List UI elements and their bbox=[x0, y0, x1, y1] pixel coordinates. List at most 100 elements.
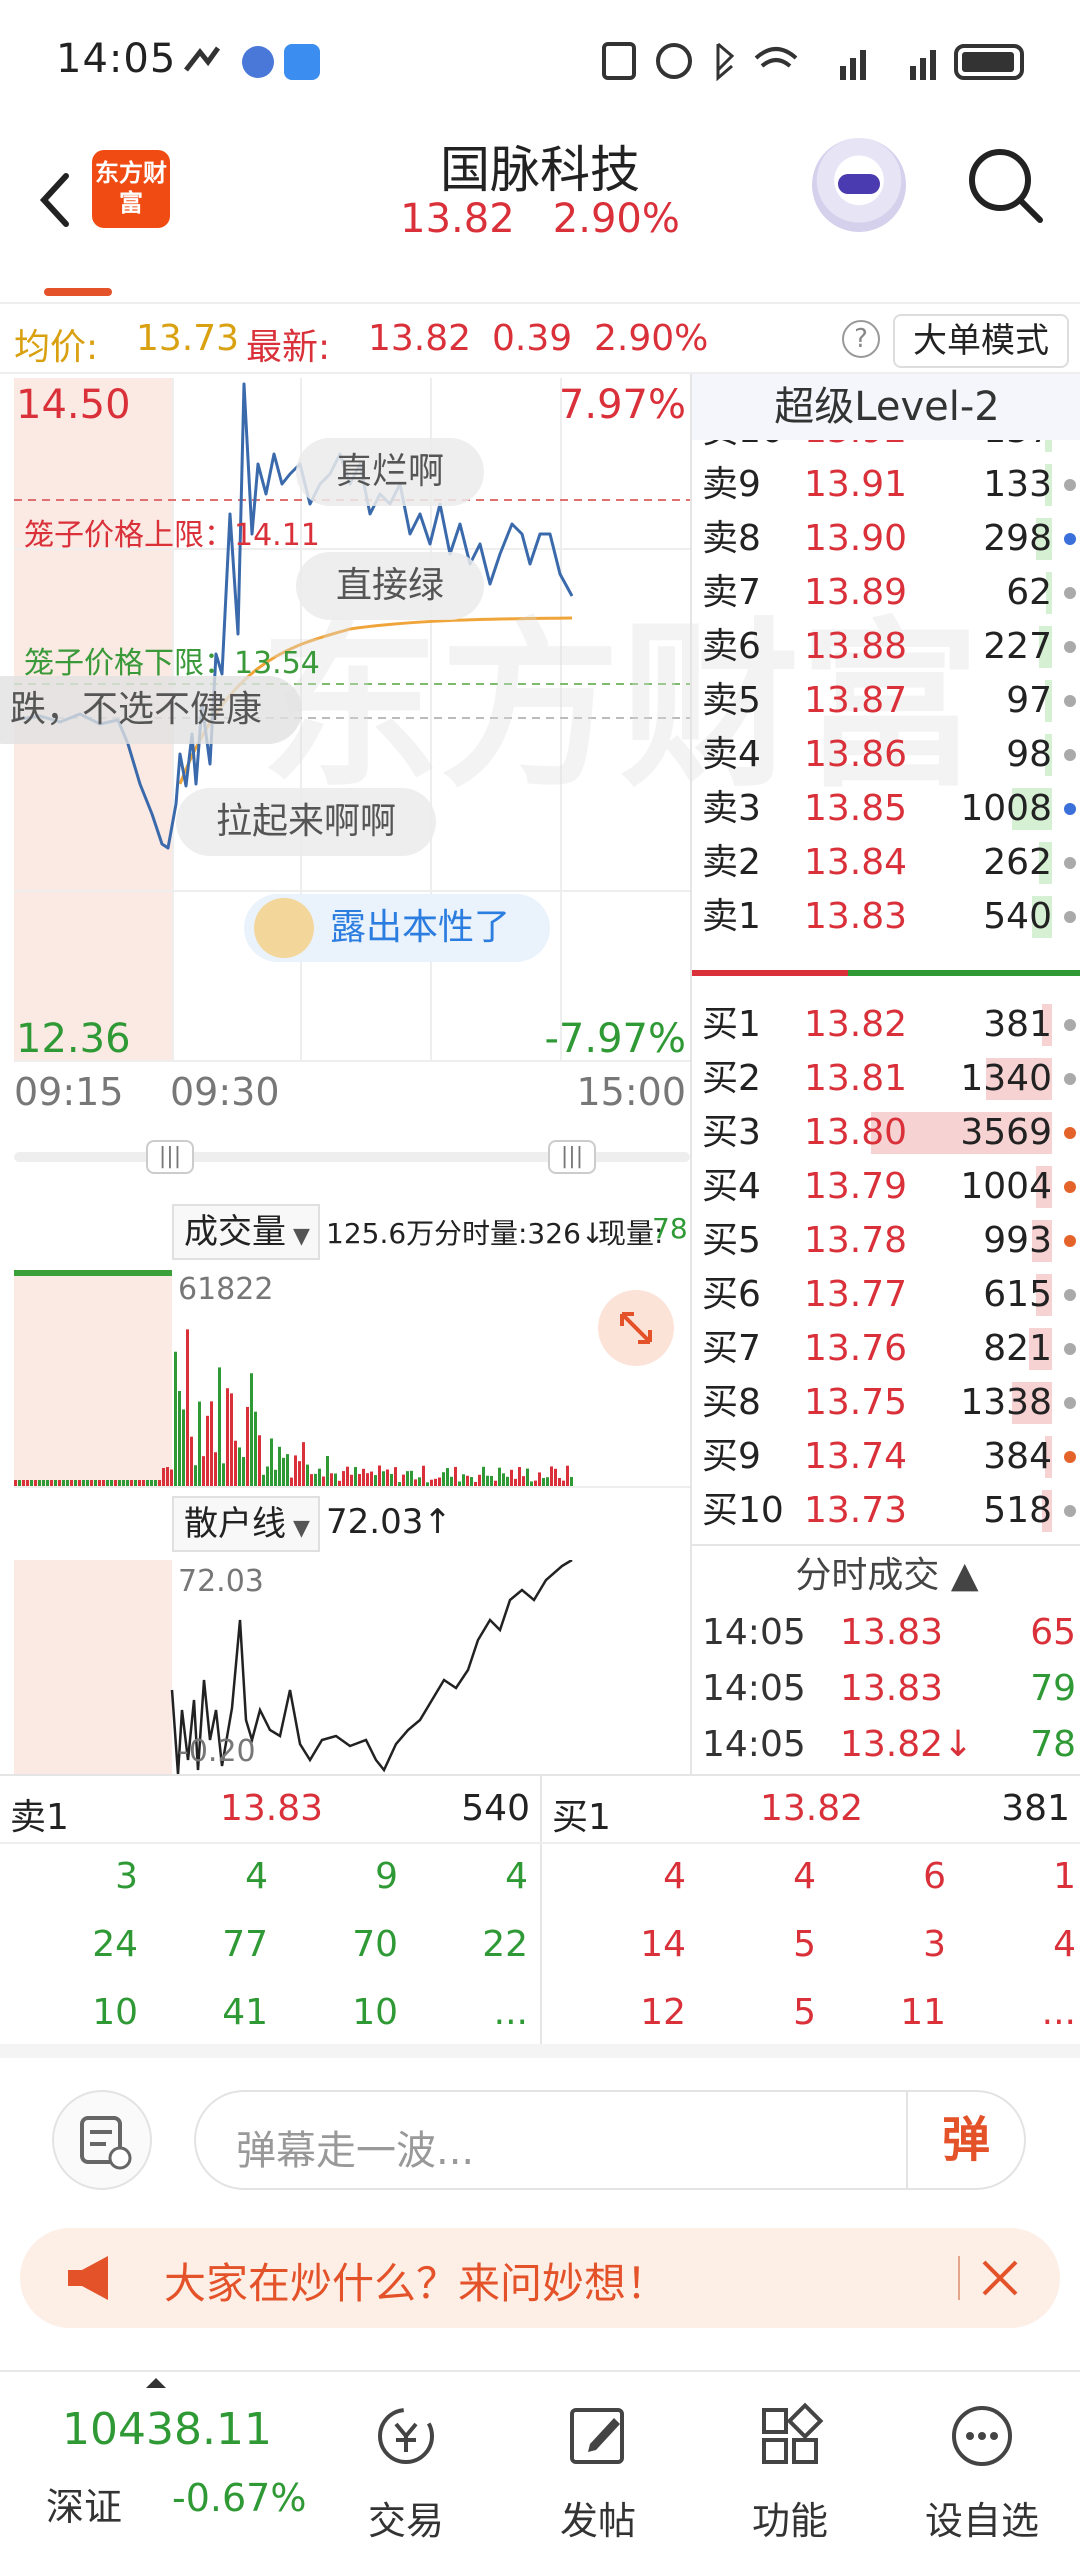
nav-watchlist[interactable]: 设自选 bbox=[902, 2400, 1062, 2545]
sell-row[interactable]: 卖9 13.91 133 bbox=[692, 458, 1080, 512]
danmaku-settings-icon[interactable] bbox=[52, 2090, 152, 2190]
volume-bar bbox=[318, 1468, 321, 1486]
buy-row[interactable]: 买8 13.75 1338 bbox=[692, 1376, 1080, 1430]
volume-bar bbox=[126, 1480, 129, 1486]
sell-row[interactable]: 卖4 13.86 98 bbox=[692, 728, 1080, 782]
buy-row[interactable]: 买7 13.76 821 bbox=[692, 1322, 1080, 1376]
level-label: 买5 bbox=[702, 1220, 761, 1261]
level-label: 卖8 bbox=[702, 518, 761, 559]
danmaku-input-bar: 弹幕走一波... 弹 bbox=[0, 2044, 1080, 2204]
volume-bar bbox=[330, 1473, 333, 1486]
level-price: 13.88 bbox=[804, 626, 908, 667]
range-slider-right-handle[interactable]: ||| bbox=[548, 1140, 596, 1174]
level2-title[interactable]: 超级Level-2 bbox=[692, 374, 1080, 440]
order-dot-icon bbox=[1064, 587, 1076, 599]
expand-icon[interactable] bbox=[598, 1290, 674, 1366]
tick-time: 14:05 bbox=[702, 1668, 806, 1709]
send-danmaku-button[interactable]: 弹 bbox=[906, 2092, 1024, 2188]
danmaku-bubble[interactable]: 拉起来啊啊 bbox=[176, 788, 437, 856]
level-label: 买6 bbox=[702, 1274, 761, 1315]
volume-bar bbox=[342, 1471, 345, 1486]
volume-bar bbox=[326, 1456, 329, 1486]
buy-row[interactable]: 买1 13.82 381 bbox=[692, 998, 1080, 1052]
volume-bar bbox=[362, 1468, 365, 1486]
level-qty: 98 bbox=[1006, 734, 1052, 775]
index-name[interactable]: 深证 bbox=[46, 2476, 122, 2531]
danmaku-bubble[interactable]: 真烂啊 bbox=[296, 438, 485, 506]
sell-row[interactable]: 卖6 13.88 227 bbox=[692, 620, 1080, 674]
volume-bar bbox=[82, 1480, 85, 1486]
ticks-title[interactable]: 分时成交 ▲ bbox=[692, 1546, 1080, 1606]
close-icon[interactable] bbox=[976, 2254, 1024, 2302]
volume-bar bbox=[350, 1474, 353, 1486]
level-price: 13.90 bbox=[804, 518, 908, 559]
buy-row[interactable]: 买10 13.73 518 bbox=[692, 1484, 1080, 1538]
queue-order: 70 bbox=[352, 1924, 398, 1965]
sell-row[interactable]: 卖10 13.92 137 bbox=[692, 440, 1080, 458]
chart-tabs[interactable] bbox=[0, 258, 1080, 304]
level-label: 卖10 bbox=[702, 440, 784, 458]
danmaku-bubble[interactable]: 直接绿 bbox=[296, 552, 485, 620]
danmaku-bubble-highlight[interactable]: 露出本性了 bbox=[244, 894, 551, 962]
sell-row[interactable]: 卖8 13.90 298 bbox=[692, 512, 1080, 566]
nav-functions[interactable]: 功能 bbox=[710, 2400, 870, 2545]
queue-order: 10 bbox=[352, 1992, 398, 2033]
retail-line-selector[interactable]: 散户线 ▼ bbox=[172, 1496, 320, 1552]
danmaku-bubble[interactable]: 跌，不选不健康 bbox=[0, 676, 303, 744]
volume-bar bbox=[398, 1482, 401, 1486]
sell-row[interactable]: 卖3 13.85 1008 bbox=[692, 782, 1080, 836]
volume-bar bbox=[106, 1480, 109, 1486]
nav-post[interactable]: 发帖 bbox=[518, 2400, 678, 2545]
stock-change-pct: 2.90% bbox=[552, 196, 680, 242]
order-dot-icon bbox=[1064, 1343, 1076, 1355]
volume-bar bbox=[502, 1473, 505, 1486]
volume-bar bbox=[302, 1442, 305, 1486]
volume-bar bbox=[226, 1388, 229, 1486]
buy-row[interactable]: 买9 13.74 384 bbox=[692, 1430, 1080, 1484]
price-low-label: 12.36 bbox=[16, 1016, 131, 1062]
volume-bar bbox=[186, 1329, 189, 1486]
sell-row[interactable]: 卖7 13.89 62 bbox=[692, 566, 1080, 620]
volume-bar bbox=[206, 1415, 209, 1486]
volume-now: 78 bbox=[652, 1212, 688, 1245]
buy-row[interactable]: 买6 13.77 615 bbox=[692, 1268, 1080, 1322]
volume-bar bbox=[550, 1466, 553, 1486]
volume-bar bbox=[446, 1468, 449, 1486]
buy-row[interactable]: 买3 13.80 3569 bbox=[692, 1106, 1080, 1160]
index-value[interactable]: 10438.11 bbox=[62, 2404, 272, 2455]
queue-order: 12 bbox=[640, 1992, 686, 2033]
intraday-chart-panel[interactable]: 东方财富 14.50 7.97% 12.36 -7.97% 笼子价格上限：14.… bbox=[0, 374, 980, 1776]
sell-row[interactable]: 卖5 13.87 97 bbox=[692, 674, 1080, 728]
assistant-robot-icon[interactable] bbox=[812, 138, 906, 232]
queue-order: ... bbox=[1041, 1992, 1076, 2033]
sell-row[interactable]: 卖2 13.84 262 bbox=[692, 836, 1080, 890]
queue-order: 14 bbox=[640, 1924, 686, 1965]
search-icon[interactable] bbox=[960, 140, 1050, 230]
ask-banner[interactable]: 大家在炒什么？来问妙想！ bbox=[20, 2228, 1060, 2328]
status-bar: 14:05 bbox=[0, 0, 1080, 130]
index-change[interactable]: -0.67% bbox=[172, 2476, 306, 2520]
danmaku-input[interactable]: 弹幕走一波... 弹 bbox=[194, 2090, 1026, 2190]
volume-selector[interactable]: 成交量 ▼ bbox=[172, 1204, 320, 1260]
volume-bar bbox=[154, 1480, 157, 1486]
sell-row[interactable]: 卖1 13.83 540 bbox=[692, 890, 1080, 944]
volume-bar bbox=[378, 1465, 381, 1486]
nav-trade[interactable]: 交易 bbox=[326, 2400, 486, 2545]
tick-row: 14:05 13.83 65 bbox=[692, 1606, 1080, 1660]
volume-total: 125.6万 bbox=[326, 1217, 435, 1250]
big-order-mode-button[interactable]: 大单模式 bbox=[893, 314, 1069, 368]
order-dot-icon bbox=[1064, 1505, 1076, 1517]
volume-bar bbox=[482, 1466, 485, 1486]
buy-row[interactable]: 买4 13.79 1004 bbox=[692, 1160, 1080, 1214]
buy-row[interactable]: 买2 13.81 1340 bbox=[692, 1052, 1080, 1106]
buy-row[interactable]: 买5 13.78 993 bbox=[692, 1214, 1080, 1268]
level-price: 13.82 bbox=[804, 1004, 908, 1045]
volume-bar bbox=[46, 1480, 49, 1486]
queue-order: 10 bbox=[92, 1992, 138, 2033]
volume-bar bbox=[218, 1367, 221, 1486]
volume-selector-label: 成交量 bbox=[184, 1212, 286, 1252]
range-slider-left-handle[interactable]: ||| bbox=[146, 1140, 194, 1174]
level-price: 13.80 bbox=[804, 1112, 908, 1153]
volume-bar bbox=[346, 1466, 349, 1486]
help-icon[interactable]: ? bbox=[842, 320, 880, 358]
